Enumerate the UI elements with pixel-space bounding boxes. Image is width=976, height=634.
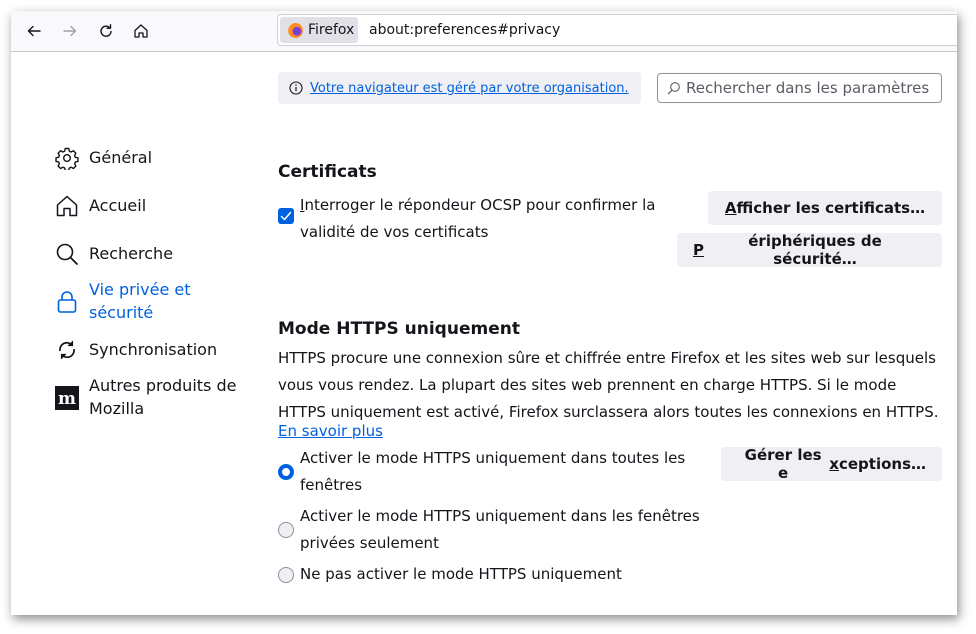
- radio-private-only[interactable]: [278, 522, 294, 538]
- identity-box[interactable]: Firefox: [280, 17, 358, 43]
- home-icon: [134, 24, 148, 38]
- sidebar-item-general[interactable]: Général: [55, 146, 255, 170]
- browser-window: Firefox about:preferences#privacy Votre …: [11, 11, 957, 615]
- search-icon: [667, 82, 680, 95]
- sidebar-item-label: Vie privée et sécurité: [89, 280, 191, 322]
- forward-arrow-icon: [63, 25, 77, 37]
- radio-disabled[interactable]: [278, 567, 294, 583]
- radio-label: Activer le mode HTTPS uniquement dans to…: [300, 449, 686, 494]
- reload-button[interactable]: [94, 19, 118, 43]
- sidebar-item-home[interactable]: Accueil: [55, 194, 255, 218]
- search-settings-box[interactable]: [657, 73, 942, 103]
- sidebar-item-mozilla-products[interactable]: m Autres produits de Mozilla: [55, 374, 255, 420]
- radio-label: Activer le mode HTTPS uniquement dans le…: [300, 507, 700, 552]
- back-arrow-icon: [27, 25, 41, 37]
- sidebar-item-label: Accueil: [89, 196, 147, 215]
- info-icon: [289, 81, 303, 95]
- home-button[interactable]: [129, 19, 153, 43]
- back-button[interactable]: [22, 19, 46, 43]
- ocsp-option[interactable]: Interroger le répondeur OCSP pour confir…: [278, 192, 670, 246]
- ocsp-label: Interroger le répondeur OCSP pour confir…: [300, 196, 656, 241]
- radio-all-windows[interactable]: [278, 464, 294, 480]
- identity-label: Firefox: [308, 22, 355, 38]
- sidebar-item-label: Général: [89, 148, 153, 167]
- checkmark-icon: [280, 211, 292, 221]
- search-icon: [56, 243, 78, 265]
- home-icon: [56, 195, 78, 217]
- ocsp-checkbox[interactable]: [278, 208, 294, 224]
- view-certificates-button[interactable]: Afficher les certificats…: [708, 191, 942, 225]
- sidebar-item-label: Recherche: [89, 244, 174, 263]
- policy-notice: Votre navigateur est géré par votre orga…: [278, 72, 641, 104]
- url-bar[interactable]: Firefox about:preferences#privacy: [277, 14, 957, 46]
- sidebar-item-label: Synchronisation: [89, 340, 218, 359]
- sidebar-item-sync[interactable]: Synchronisation: [55, 338, 255, 362]
- reload-icon: [100, 24, 112, 37]
- learn-more-link[interactable]: En savoir plus: [278, 422, 383, 440]
- https-only-description: HTTPS procure une connexion sûre et chif…: [278, 349, 939, 421]
- certificates-heading: Certificats: [278, 162, 377, 182]
- mozilla-icon: m: [55, 386, 79, 410]
- https-private-only-option[interactable]: Activer le mode HTTPS uniquement dans le…: [278, 503, 720, 557]
- security-devices-button[interactable]: Périphériques de sécurité…: [677, 232, 942, 268]
- manage-exceptions-button[interactable]: Gérer les e x ceptions…: [721, 446, 942, 482]
- https-only-heading: Mode HTTPS uniquement: [278, 319, 520, 339]
- policy-link[interactable]: Votre navigateur est géré par votre orga…: [310, 81, 629, 96]
- search-settings-input[interactable]: [686, 79, 936, 97]
- https-all-windows-option[interactable]: Activer le mode HTTPS uniquement dans to…: [278, 445, 700, 499]
- forward-button[interactable]: [58, 19, 82, 43]
- lock-icon: [57, 291, 77, 313]
- sync-icon: [59, 341, 75, 359]
- sidebar-item-privacy[interactable]: Vie privée et sécurité: [55, 278, 255, 324]
- radio-label: Ne pas activer le mode HTTPS uniquement: [300, 565, 622, 583]
- sidebar-item-search[interactable]: Recherche: [55, 242, 255, 266]
- gear-icon: [55, 147, 79, 170]
- svg-text:m: m: [58, 389, 76, 409]
- url-text[interactable]: about:preferences#privacy: [369, 22, 560, 38]
- https-disabled-option[interactable]: Ne pas activer le mode HTTPS uniquement: [278, 561, 622, 588]
- sidebar-item-label: Autres produits de Mozilla: [89, 376, 237, 418]
- firefox-logo-icon: [288, 22, 303, 38]
- navigation-toolbar: Firefox about:preferences#privacy: [11, 11, 957, 52]
- preferences-content: Votre navigateur est géré par votre orga…: [11, 52, 957, 615]
